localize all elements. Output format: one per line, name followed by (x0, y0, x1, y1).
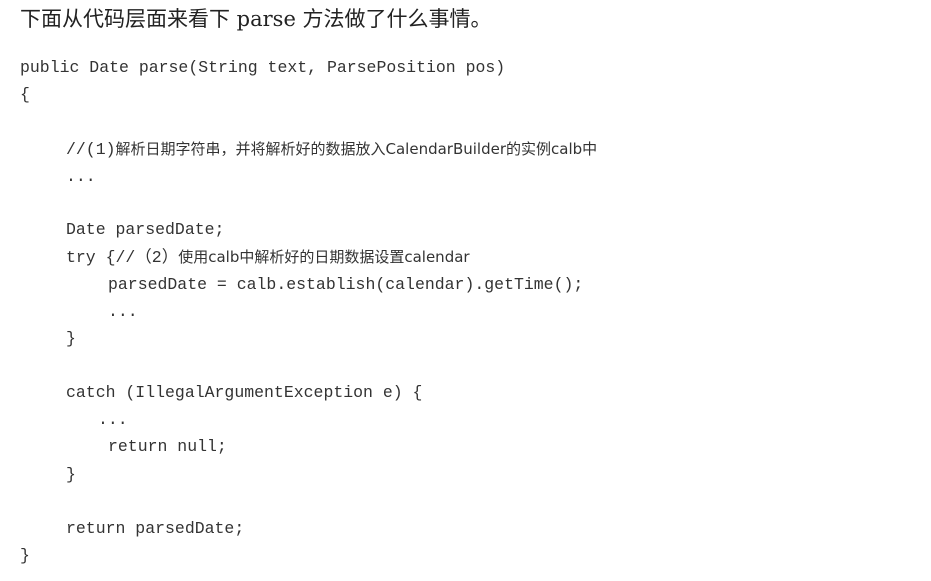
code-close-method: } (20, 546, 30, 565)
code-close-try: } (66, 329, 76, 348)
code-block: public Date parse(String text, ParsePosi… (0, 0, 931, 581)
code-catch-line: catch (IllegalArgumentException e) { (66, 383, 423, 402)
code-open-brace: { (20, 85, 30, 104)
code-try-prefix: try {//（2） (66, 248, 179, 267)
code-comment-1-prefix: //(1) (66, 140, 116, 159)
code-assignment: parsedDate = calb.establish(calendar).ge… (108, 275, 584, 294)
code-try-line: try {//（2）使用calb中解析好的日期数据设置calendar (66, 246, 470, 269)
code-ellipsis-2: ... (108, 302, 138, 321)
code-close-catch: } (66, 465, 76, 484)
code-return-parsed: return parsedDate; (66, 519, 245, 538)
code-ellipsis-3: ... (98, 410, 128, 429)
code-return-null: return null; (108, 437, 227, 456)
code-comment-1-body: 解析日期字符串，并将解析好的数据放入CalendarBuilder的实例calb… (115, 140, 598, 158)
code-try-comment: 使用calb中解析好的日期数据设置calendar (178, 248, 470, 266)
code-ellipsis-1: ... (66, 167, 96, 186)
code-comment-1: //(1)解析日期字符串，并将解析好的数据放入CalendarBuilder的实… (66, 138, 597, 161)
code-declaration: Date parsedDate; (66, 220, 225, 239)
code-method-signature: public Date parse(String text, ParsePosi… (20, 58, 506, 77)
